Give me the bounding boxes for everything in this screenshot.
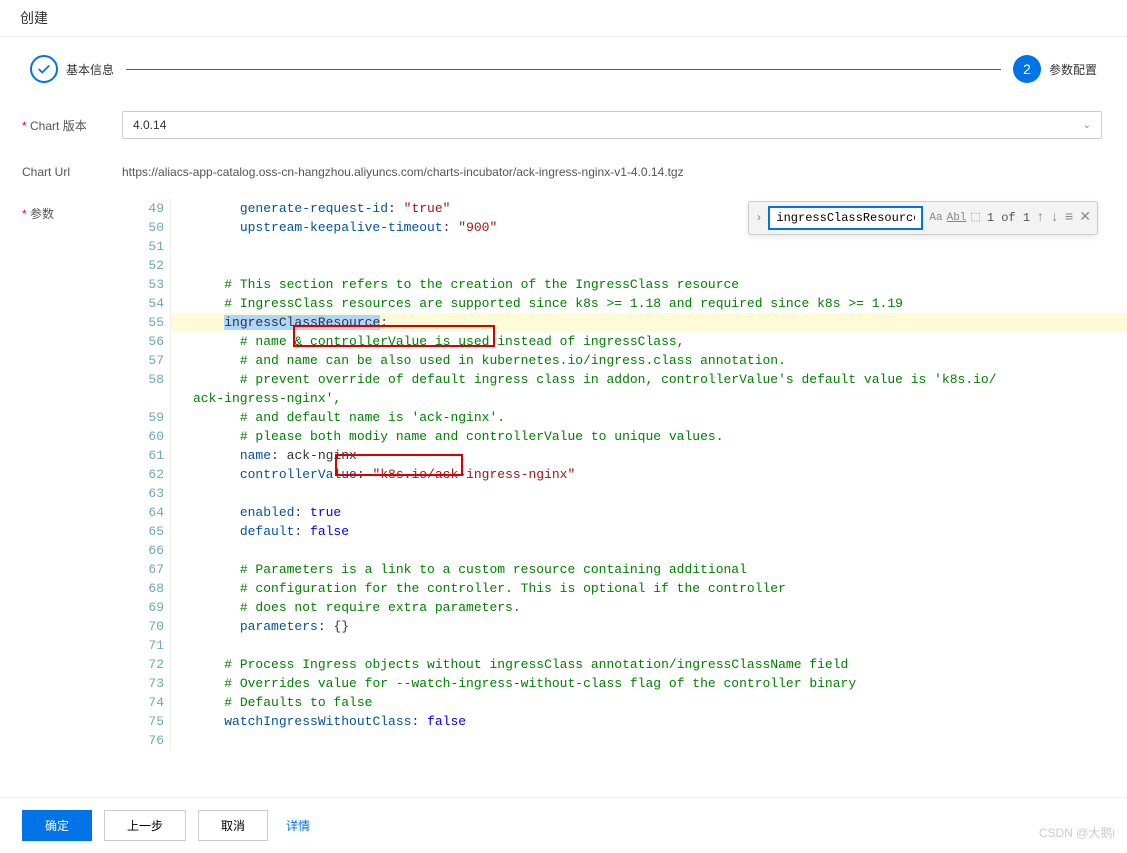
- watermark: CSDN @大鹅i: [1039, 824, 1115, 841]
- find-next-icon[interactable]: ↓: [1050, 209, 1058, 228]
- step-number: 2: [1013, 55, 1041, 83]
- highlight-box: [335, 454, 463, 476]
- find-filter-icon[interactable]: ≡: [1065, 209, 1073, 228]
- ok-button[interactable]: 确定: [22, 810, 92, 841]
- footer: 确定 上一步 取消 详情: [0, 797, 1127, 853]
- step-basic-info[interactable]: 基本信息: [30, 55, 114, 83]
- find-options[interactable]: Aa Abl ⬚: [929, 209, 980, 228]
- chevron-down-icon: ⌄: [1083, 120, 1091, 131]
- close-icon[interactable]: ✕: [1079, 209, 1091, 228]
- find-prev-icon[interactable]: ↑: [1036, 209, 1044, 228]
- steps: 基本信息 2 参数配置: [0, 37, 1127, 101]
- page-title: 创建: [0, 0, 1127, 37]
- highlight-box: [293, 325, 495, 347]
- step-label: 基本信息: [66, 61, 114, 78]
- prev-button[interactable]: 上一步: [104, 810, 186, 841]
- detail-link[interactable]: 详情: [280, 811, 316, 840]
- line-gutter: 49505152535455565758 5960616263646566676…: [122, 199, 170, 750]
- step-divider: [126, 69, 1001, 70]
- find-widget[interactable]: › Aa Abl ⬚ 1 of 1 ↑ ↓ ≡ ✕: [748, 201, 1098, 235]
- chevron-right-icon[interactable]: ›: [755, 209, 762, 228]
- chart-version-select[interactable]: 4.0.14 ⌄: [122, 111, 1102, 139]
- form: Chart 版本 4.0.14 ⌄ Chart Url https://alia…: [0, 101, 1127, 764]
- select-value: 4.0.14: [133, 118, 166, 132]
- code-area[interactable]: generate-request-id: "true" upstream-kee…: [170, 199, 1102, 750]
- code-editor[interactable]: 49505152535455565758 5960616263646566676…: [122, 199, 1102, 754]
- cancel-button[interactable]: 取消: [198, 810, 268, 841]
- chart-version-label: Chart 版本: [22, 111, 122, 134]
- params-label: 参数: [22, 199, 122, 222]
- chart-url-value: https://aliacs-app-catalog.oss-cn-hangzh…: [122, 159, 1105, 179]
- find-count: 1 of 1: [987, 209, 1030, 228]
- find-input[interactable]: [768, 206, 923, 230]
- step-label: 参数配置: [1049, 61, 1097, 78]
- chart-url-label: Chart Url: [22, 159, 122, 179]
- check-icon: [30, 55, 58, 83]
- step-params[interactable]: 2 参数配置: [1013, 55, 1097, 83]
